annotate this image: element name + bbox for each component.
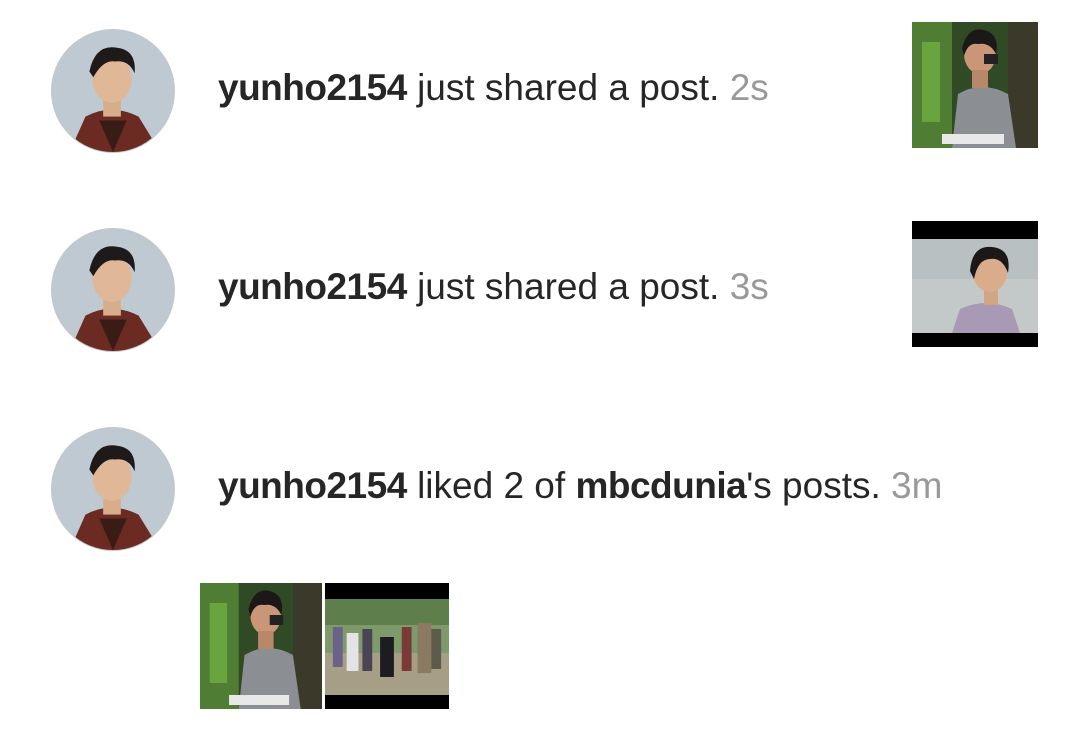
- notification-item[interactable]: yunho2154 just shared a post. 3s: [0, 199, 1065, 389]
- action-text: liked 2 of: [406, 465, 576, 506]
- timestamp: 2s: [729, 67, 769, 108]
- notification-text: yunho2154 just shared a post. 3s: [218, 265, 769, 309]
- username-link[interactable]: yunho2154: [218, 67, 407, 108]
- post-thumbnail[interactable]: [912, 221, 1038, 347]
- post-thumbnail[interactable]: [325, 583, 449, 709]
- group-video-still-image: [325, 583, 449, 709]
- notification-text: yunho2154 just shared a post. 2s: [218, 66, 769, 110]
- user-photo: [52, 428, 174, 550]
- username-link[interactable]: yunho2154: [218, 465, 407, 506]
- notification-item[interactable]: yunho2154 liked 2 of mbcdunia's posts. 3…: [0, 398, 1065, 718]
- jungle-poster-image: [200, 583, 322, 709]
- target-username-link[interactable]: mbcdunia: [575, 465, 746, 506]
- post-thumbnail[interactable]: [912, 22, 1038, 148]
- avatar[interactable]: [51, 427, 175, 551]
- notification-item[interactable]: yunho2154 just shared a post. 2s: [0, 0, 1065, 190]
- timestamp: 3s: [729, 266, 769, 307]
- avatar[interactable]: [51, 228, 175, 352]
- user-photo: [52, 229, 174, 351]
- action-text: just shared a post.: [406, 266, 720, 307]
- jungle-poster-image: [912, 22, 1038, 148]
- user-photo: [52, 30, 174, 152]
- action-text: just shared a post.: [406, 67, 720, 108]
- action-text-suffix: 's posts.: [746, 465, 881, 506]
- video-still-image: [912, 221, 1038, 347]
- notification-text: yunho2154 liked 2 of mbcdunia's posts. 3…: [218, 464, 942, 508]
- username-link[interactable]: yunho2154: [218, 266, 407, 307]
- post-thumbnail[interactable]: [200, 583, 322, 709]
- timestamp: 3m: [891, 465, 943, 506]
- avatar[interactable]: [51, 29, 175, 153]
